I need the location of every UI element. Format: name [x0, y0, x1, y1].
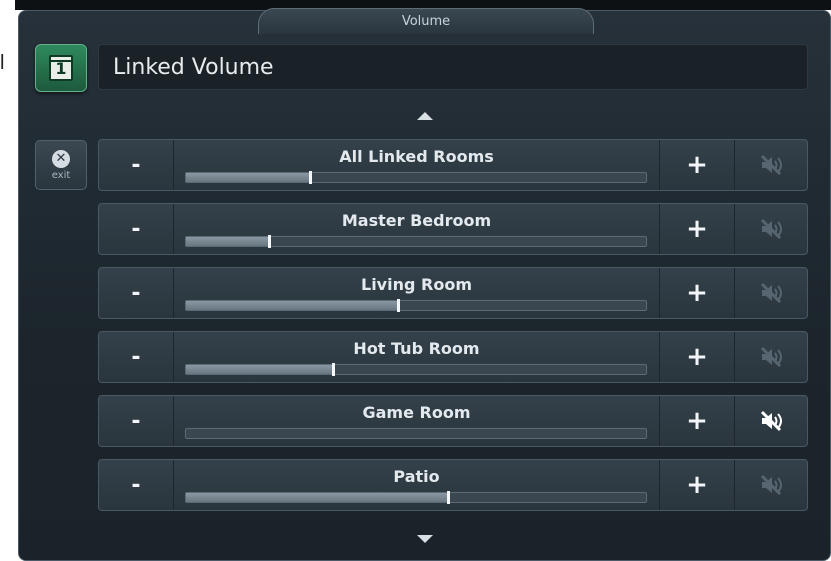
room-name: Game Room	[362, 403, 471, 422]
room-row: - All Linked Rooms +	[98, 139, 808, 191]
volume-slider-fill	[186, 301, 398, 310]
room-row: - Hot Tub Room +	[98, 331, 808, 383]
volume-slider-handle[interactable]	[396, 299, 400, 312]
room-name: All Linked Rooms	[339, 147, 494, 166]
number-icon-text: 1	[55, 59, 67, 78]
speaker-mute-icon	[760, 474, 782, 496]
volume-slider[interactable]	[185, 428, 647, 439]
volume-up-button[interactable]: +	[659, 268, 735, 318]
room-row: - Master Bedroom +	[98, 203, 808, 255]
volume-slider-handle[interactable]	[267, 235, 271, 248]
volume-down-button[interactable]: -	[99, 140, 174, 190]
volume-slider[interactable]	[185, 171, 647, 184]
volume-slider-fill	[186, 237, 269, 246]
room-row: - Game Room +	[98, 395, 808, 447]
volume-up-button[interactable]: +	[659, 140, 735, 190]
arrow-down-icon[interactable]	[417, 535, 433, 543]
volume-slider[interactable]	[185, 235, 647, 248]
page-title-bar: Linked Volume	[98, 44, 808, 90]
speaker-mute-icon	[760, 218, 782, 240]
mute-button[interactable]	[734, 268, 808, 318]
panel-tab-title: Volume	[401, 14, 451, 29]
exit-label: exit	[51, 169, 71, 181]
speaker-mute-icon	[760, 410, 782, 432]
room-name: Patio	[393, 467, 440, 486]
close-circle-icon: ✕	[52, 149, 70, 168]
volume-slider[interactable]	[185, 299, 647, 312]
panel-tab: Volume	[258, 8, 594, 34]
mute-button[interactable]	[734, 332, 808, 382]
volume-slider[interactable]	[185, 491, 647, 504]
volume-up-button[interactable]: +	[659, 396, 735, 446]
volume-down-button[interactable]: -	[99, 460, 174, 510]
volume-down-button[interactable]: -	[99, 396, 174, 446]
volume-slider-fill	[186, 173, 311, 182]
volume-down-button[interactable]: -	[99, 332, 174, 382]
stray-text: l	[0, 52, 5, 74]
exit-button[interactable]: ✕ exit	[35, 140, 87, 190]
room-name: Hot Tub Room	[353, 339, 480, 358]
room-row: - Living Room +	[98, 267, 808, 319]
volume-slider-fill	[186, 365, 334, 374]
mute-button[interactable]	[734, 140, 808, 190]
volume-slider-handle[interactable]	[332, 363, 336, 376]
calendar-number-icon: 1	[49, 55, 73, 81]
room-row: - Patio +	[98, 459, 808, 511]
volume-down-button[interactable]: -	[99, 268, 174, 318]
volume-up-button[interactable]: +	[659, 332, 735, 382]
volume-slider-handle[interactable]	[447, 491, 451, 504]
speaker-mute-icon	[760, 282, 782, 304]
mute-button[interactable]	[734, 460, 808, 510]
volume-up-button[interactable]: +	[659, 204, 735, 254]
mute-button[interactable]	[734, 396, 808, 446]
page-title: Linked Volume	[113, 54, 274, 80]
speaker-mute-icon	[760, 346, 782, 368]
volume-up-button[interactable]: +	[659, 460, 735, 510]
volume-down-button[interactable]: -	[99, 204, 174, 254]
room-name: Living Room	[361, 275, 472, 294]
volume-slider-handle[interactable]	[309, 171, 313, 184]
arrow-up-icon[interactable]	[417, 112, 433, 120]
volume-slider[interactable]	[185, 363, 647, 376]
volume-slider-fill	[186, 493, 449, 502]
mute-button[interactable]	[734, 204, 808, 254]
number-button[interactable]: 1	[35, 44, 87, 92]
speaker-mute-icon	[760, 154, 782, 176]
room-name: Master Bedroom	[341, 211, 492, 230]
